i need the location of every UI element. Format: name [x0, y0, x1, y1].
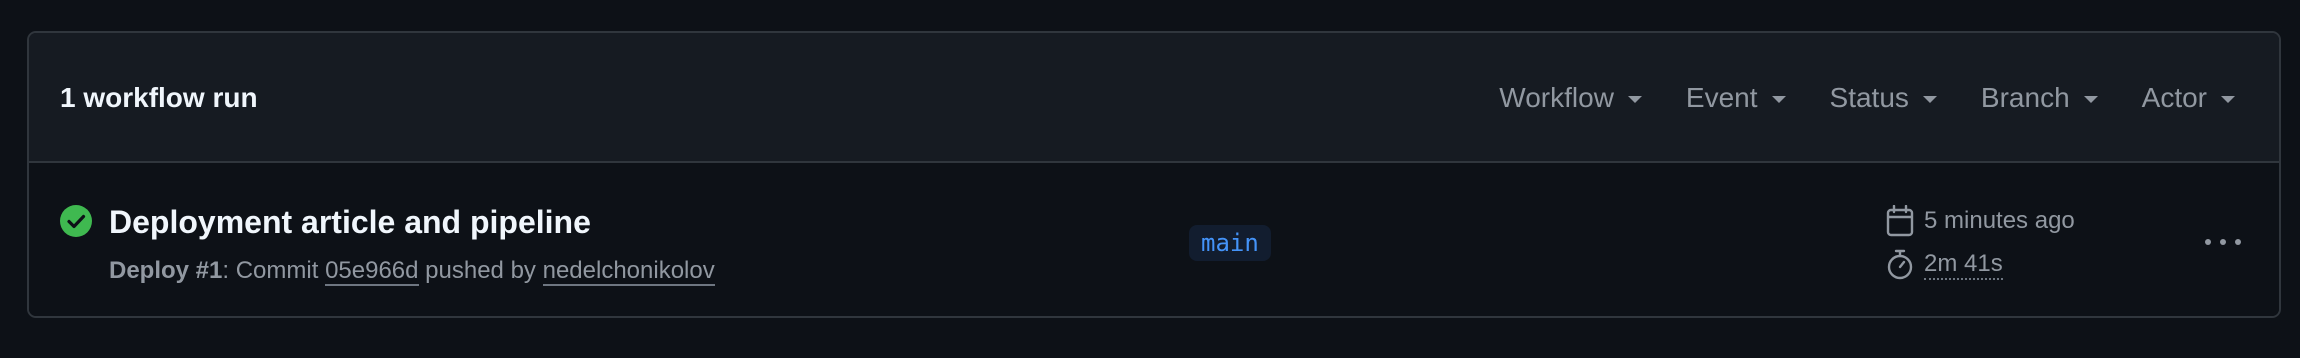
filter-actor-label: Actor	[2141, 82, 2207, 113]
check-circle-fill-icon	[60, 205, 92, 237]
actor-link[interactable]: nedelchonikolov	[542, 257, 715, 286]
run-title-link[interactable]: Deployment article and pipeline	[109, 203, 591, 241]
commit-sha-link[interactable]: 05e966d	[325, 257, 419, 286]
calendar-icon	[1886, 205, 1914, 237]
filter-status-dropdown[interactable]: Status	[1830, 81, 1937, 115]
kebab-dot	[2220, 239, 2226, 245]
filter-status-label: Status	[1829, 82, 1909, 113]
time-ago-text: 5 minutes ago	[1924, 207, 2075, 234]
filter-workflow-dropdown[interactable]: Workflow	[1499, 81, 1642, 115]
filter-event-label: Event	[1685, 82, 1758, 113]
workflow-run-number: Deploy #1	[109, 257, 223, 284]
filter-branch-dropdown[interactable]: Branch	[1981, 81, 2098, 115]
kebab-dot	[2235, 239, 2241, 245]
run-timing: 5 minutes ago 2m 41s	[1886, 205, 2075, 293]
run-duration: 2m 41s	[1886, 249, 2075, 281]
filter-workflow-label: Workflow	[1499, 82, 1614, 113]
filter-actor-dropdown[interactable]: Actor	[2142, 81, 2235, 115]
filter-event-dropdown[interactable]: Event	[1686, 81, 1786, 115]
caret-down-icon	[2083, 96, 2098, 103]
workflow-runs-header: 1 workflow run Workflow Event Status Bra…	[29, 33, 2279, 163]
workflow-run-row[interactable]: Deployment article and pipeline Deploy #…	[29, 163, 2279, 316]
workflow-run-count: 1 workflow run	[60, 82, 258, 113]
kebab-dot	[2205, 239, 2211, 245]
run-meta: Deploy #1: Commit 05e966d pushed by nede…	[109, 256, 715, 286]
meta-commit-text: : Commit	[222, 257, 326, 284]
workflow-runs-panel: 1 workflow run Workflow Event Status Bra…	[27, 31, 2281, 318]
branch-label[interactable]: main	[1189, 225, 1271, 261]
caret-down-icon	[1771, 96, 1786, 103]
kebab-horizontal-icon[interactable]	[2205, 227, 2241, 257]
filter-bar: Workflow Event Status Branch Actor	[1499, 73, 2279, 123]
caret-down-icon	[1627, 96, 1642, 103]
caret-down-icon	[2221, 96, 2235, 103]
duration-text: 2m 41s	[1924, 250, 2003, 280]
meta-pushed-by-text: pushed by	[418, 257, 543, 284]
run-time-ago: 5 minutes ago	[1886, 205, 2075, 237]
filter-branch-label: Branch	[1980, 82, 2070, 113]
caret-down-icon	[1922, 96, 1937, 103]
stopwatch-icon	[1887, 249, 1913, 280]
